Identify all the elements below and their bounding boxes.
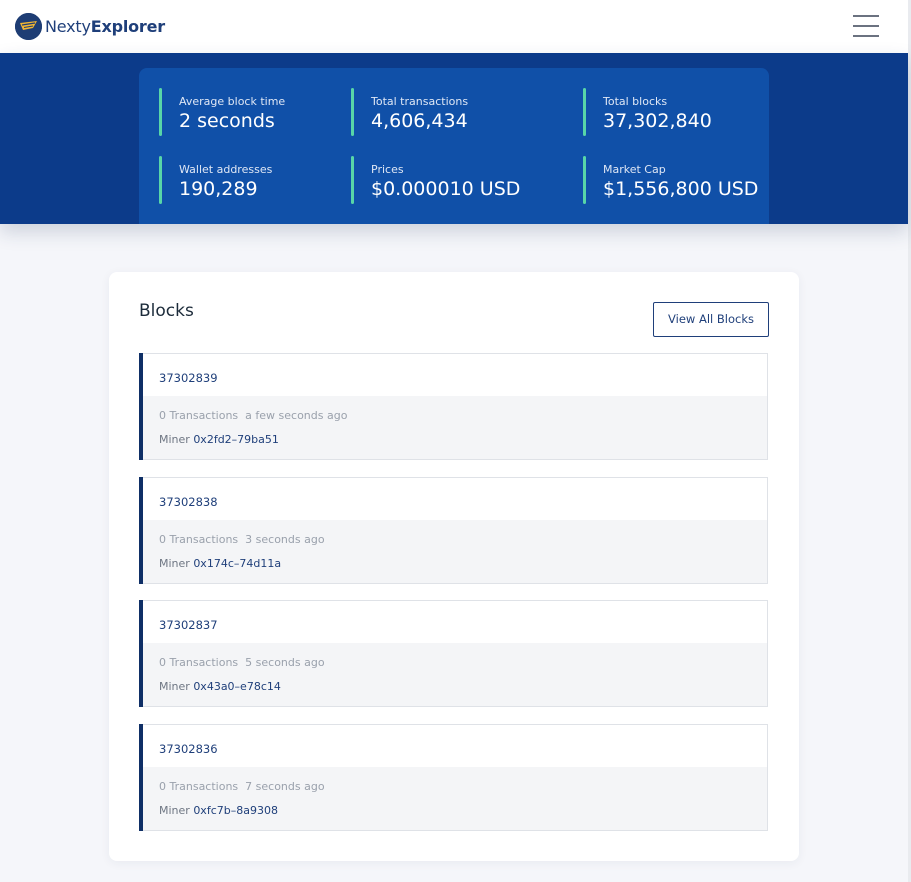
hamburger-line — [853, 15, 879, 17]
block-tx-summary: 0 Transactions 3 seconds ago — [159, 533, 325, 546]
blocks-panel: Blocks View All Blocks 37302839 0 Transa… — [109, 272, 799, 861]
stat-value: 4,606,434 — [371, 110, 468, 132]
brand-name: NextyExplorer — [45, 17, 165, 36]
block-age: 3 seconds ago — [245, 533, 325, 546]
stat-label: Prices — [371, 163, 404, 176]
block-miner: Miner 0x174c–74d11a — [159, 557, 281, 570]
block-miner: Miner 0xfc7b–8a9308 — [159, 804, 278, 817]
block-tx-count: 0 Transactions — [159, 656, 239, 669]
stat-value: 190,289 — [179, 178, 258, 200]
block-number-link[interactable]: 37302836 — [159, 742, 218, 756]
miner-address-link[interactable]: 0x2fd2–79ba51 — [193, 433, 279, 446]
block-tx-summary: 0 Transactions a few seconds ago — [159, 409, 347, 422]
stat-accent-bar — [583, 88, 586, 136]
block-tx-summary: 0 Transactions 7 seconds ago — [159, 780, 325, 793]
block-age: 7 seconds ago — [245, 780, 325, 793]
miner-label: Miner — [159, 433, 190, 446]
brand-name-light: Nexty — [45, 16, 91, 36]
stat-label: Wallet addresses — [179, 163, 273, 176]
stat-label: Total blocks — [603, 95, 668, 108]
hamburger-line — [853, 25, 879, 27]
block-number-link[interactable]: 37302838 — [159, 495, 218, 509]
miner-address-link[interactable]: 0x43a0–e78c14 — [193, 680, 281, 693]
miner-label: Miner — [159, 804, 190, 817]
block-tx-summary: 0 Transactions 5 seconds ago — [159, 656, 325, 669]
stat-label: Market Cap — [603, 163, 666, 176]
block-number-link[interactable]: 37302837 — [159, 618, 218, 632]
block-details: 0 Transactions a few seconds ago Miner 0x… — [143, 396, 767, 459]
block-number-link[interactable]: 37302839 — [159, 371, 218, 385]
view-all-blocks-button[interactable]: View All Blocks — [653, 302, 769, 337]
stat-value: 37,302,840 — [603, 110, 712, 132]
block-list-item[interactable]: 37302836 0 Transactions 7 seconds ago Min… — [139, 724, 768, 831]
block-details: 0 Transactions 5 seconds ago Miner 0x43a0… — [143, 643, 767, 706]
miner-label: Miner — [159, 680, 190, 693]
block-miner: Miner 0x2fd2–79ba51 — [159, 433, 279, 446]
miner-label: Miner — [159, 557, 190, 570]
block-tx-count: 0 Transactions — [159, 780, 239, 793]
stat-label: Total transactions — [371, 95, 469, 108]
stat-value: $0.000010 USD — [371, 178, 521, 200]
hamburger-line — [853, 35, 879, 37]
block-age: a few seconds ago — [245, 409, 348, 422]
block-list-item[interactable]: 37302837 0 Transactions 5 seconds ago Min… — [139, 600, 768, 707]
miner-address-link[interactable]: 0x174c–74d11a — [193, 557, 281, 570]
stat-accent-bar — [351, 88, 354, 136]
block-details: 0 Transactions 3 seconds ago Miner 0x174c… — [143, 520, 767, 583]
block-tx-count: 0 Transactions — [159, 533, 239, 546]
brand-name-bold: Explorer — [90, 16, 165, 36]
hamburger-icon[interactable] — [853, 15, 879, 37]
block-list-item[interactable]: 37302839 0 Transactions a few seconds ago… — [139, 353, 768, 460]
block-miner: Miner 0x43a0–e78c14 — [159, 680, 281, 693]
nexty-logo-icon — [15, 12, 42, 40]
stat-accent-bar — [583, 156, 586, 204]
brand-logo[interactable]: NextyExplorer — [15, 12, 165, 40]
stat-accent-bar — [351, 156, 354, 204]
stat-accent-bar — [159, 156, 162, 204]
top-navbar: NextyExplorer — [0, 0, 908, 53]
stat-value: 2 seconds — [179, 110, 275, 132]
stat-accent-bar — [159, 88, 162, 136]
stat-value: $1,556,800 USD — [603, 178, 759, 200]
miner-address-link[interactable]: 0xfc7b–8a9308 — [193, 804, 278, 817]
block-details: 0 Transactions 7 seconds ago Miner 0xfc7b… — [143, 767, 767, 830]
block-list-item[interactable]: 37302838 0 Transactions 3 seconds ago Min… — [139, 477, 768, 584]
block-age: 5 seconds ago — [245, 656, 325, 669]
block-tx-count: 0 Transactions — [159, 409, 239, 422]
stat-label: Average block time — [179, 95, 286, 108]
blocks-panel-title: Blocks — [139, 301, 194, 321]
network-stats-card: Average block time 2 seconds Total trans… — [139, 68, 769, 224]
